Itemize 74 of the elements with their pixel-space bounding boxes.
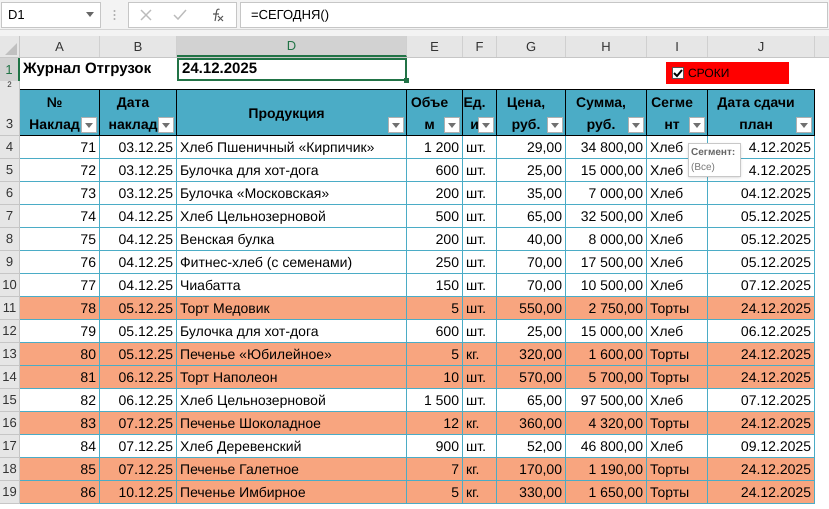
filter-button[interactable] — [81, 117, 97, 133]
row-header[interactable]: 19 — [0, 481, 20, 504]
formula-field[interactable]: =СЕГОДНЯ() — [240, 2, 828, 28]
column-heading: Продукция — [248, 104, 325, 123]
table-cell: Печенье Имбирное — [177, 481, 407, 504]
table-cell: 86 — [20, 481, 100, 504]
column-header[interactable]: J — [708, 36, 815, 57]
column-heading: Сегме нт — [651, 92, 693, 134]
column-heading: Сумма, руб. — [576, 92, 626, 134]
dropdown-arrow-icon — [551, 122, 559, 128]
sroki-checkbox[interactable]: СРОКИ — [666, 62, 789, 84]
column-header[interactable]: H — [566, 36, 647, 57]
row-header[interactable]: 2 — [0, 81, 20, 89]
row-header[interactable]: 10 — [0, 274, 20, 297]
row-header[interactable]: 4 — [0, 136, 20, 159]
column-heading: Дата наклад — [108, 92, 158, 134]
row-header[interactable]: 17 — [0, 435, 20, 458]
filter-button[interactable] — [478, 117, 494, 133]
row-header[interactable]: 13 — [0, 343, 20, 366]
table-cell: 5 — [407, 481, 463, 504]
tooltip: Сегмент: (Все) — [688, 143, 741, 177]
title-cell-text: Журнал Отгрузок — [22, 59, 152, 80]
date-cell[interactable]: 24.12.2025 — [177, 58, 407, 81]
table-cell: Торты — [647, 481, 708, 504]
column-header[interactable]: G — [497, 36, 566, 57]
dropdown-arrow-icon — [800, 122, 808, 128]
table-cell: кг. — [463, 481, 497, 504]
filter-button[interactable] — [388, 117, 404, 133]
row-header[interactable]: 9 — [0, 251, 20, 274]
dropdown-arrow-icon — [693, 122, 701, 128]
column-header[interactable]: D — [177, 36, 407, 57]
column-heading: № Наклад — [29, 92, 80, 134]
row-header[interactable]: 16 — [0, 412, 20, 435]
column-header[interactable]: A — [20, 36, 100, 57]
row-header[interactable]: 6 — [0, 182, 20, 205]
fill-handle[interactable] — [404, 78, 409, 83]
row-header[interactable]: 7 — [0, 205, 20, 228]
column-header[interactable]: E — [407, 36, 463, 57]
row-header[interactable]: 1 — [0, 58, 20, 81]
row-header[interactable]: 18 — [0, 458, 20, 481]
row-header[interactable]: 3 — [0, 89, 20, 136]
row-header[interactable]: 5 — [0, 159, 20, 182]
row-header[interactable]: 14 — [0, 366, 20, 389]
dropdown-arrow-icon — [448, 122, 456, 128]
row-header[interactable]: 12 — [0, 320, 20, 343]
filter-button[interactable] — [628, 117, 644, 133]
filter-button[interactable] — [796, 117, 812, 133]
filter-button[interactable] — [689, 117, 705, 133]
table-cell: 24.12.2025 — [708, 481, 815, 504]
grip-icon — [113, 8, 116, 20]
column-header[interactable]: F — [463, 36, 497, 57]
dropdown-arrow-icon — [85, 122, 93, 128]
check-icon[interactable] — [173, 8, 188, 20]
dropdown-arrow-icon — [86, 12, 94, 17]
check-icon — [673, 68, 683, 78]
table-cell: 330,00 — [497, 481, 566, 504]
column-heading: Дата сдачи план — [717, 92, 795, 134]
dropdown-arrow-icon — [162, 122, 170, 128]
dropdown-arrow-icon — [392, 122, 400, 128]
row-header[interactable]: 11 — [0, 297, 20, 320]
filter-button[interactable] — [444, 117, 460, 133]
filter-button[interactable] — [547, 117, 563, 133]
checkbox[interactable] — [672, 67, 684, 79]
filter-button[interactable] — [158, 117, 174, 133]
column-header[interactable]: I — [647, 36, 708, 57]
row-header[interactable]: 15 — [0, 389, 20, 412]
column-heading: Цена, руб. — [506, 92, 546, 134]
table-cell: 1 650,00 — [566, 481, 647, 504]
column-heading: Объе м — [410, 92, 448, 134]
dropdown-arrow-icon — [482, 122, 490, 128]
name-box[interactable]: D1 — [1, 2, 101, 28]
row-header[interactable]: 8 — [0, 228, 20, 251]
dropdown-arrow-icon — [632, 122, 640, 128]
table-cell: 10.12.25 — [100, 481, 177, 504]
